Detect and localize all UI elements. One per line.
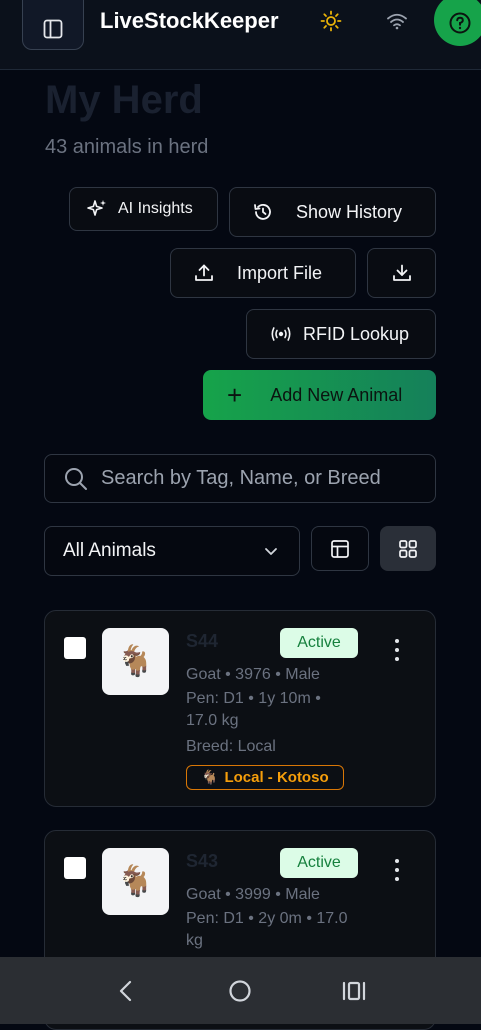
recents-button[interactable] <box>339 977 369 1005</box>
show-history-button[interactable]: Show History <box>229 187 436 237</box>
chevron-down-icon <box>265 548 277 555</box>
animal-thumbnail: 🐐 <box>102 628 169 695</box>
export-button[interactable] <box>367 248 436 298</box>
ai-insights-label: AI Insights <box>118 200 193 217</box>
more-options-button[interactable] <box>389 639 405 661</box>
kebab-dot <box>395 877 399 881</box>
animal-thumbnail: 🐐 <box>102 848 169 915</box>
breed-badge: 🐐 Local - Kotoso <box>186 765 344 790</box>
animal-summary: Goat • 3999 • Male <box>186 886 320 903</box>
page-title: My Herd <box>45 78 203 122</box>
kebab-dot <box>395 657 399 661</box>
kebab-dot <box>395 648 399 652</box>
home-icon <box>229 980 251 1002</box>
animal-pen-age: Pen: D1 • 2y 0m • 17.0 <box>186 910 348 927</box>
breed-badge-label: Local - Kotoso <box>224 769 329 786</box>
import-file-button[interactable]: Import File <box>170 248 356 298</box>
table-view-icon <box>331 539 349 558</box>
add-new-animal-button[interactable]: + Add New Animal <box>203 370 436 420</box>
sun-icon <box>320 10 342 32</box>
back-icon <box>119 980 132 1002</box>
herd-count: 43 animals in herd <box>45 136 209 158</box>
grid-view-icon <box>399 539 417 558</box>
goat-icon: 🐐 <box>116 865 155 898</box>
wifi-icon <box>387 13 407 30</box>
goat-icon: 🐐 <box>201 769 219 785</box>
more-options-button[interactable] <box>389 859 405 881</box>
upload-icon <box>195 264 213 281</box>
show-history-label: Show History <box>296 201 403 222</box>
table-view-button[interactable] <box>311 526 369 571</box>
top-app-bar: LiveStockKeeper <box>0 0 481 70</box>
sparkles-icon <box>87 200 106 216</box>
home-button[interactable] <box>225 977 255 1005</box>
kebab-dot <box>395 868 399 872</box>
animal-tag[interactable]: S44 <box>186 631 218 652</box>
rfid-signal-icon <box>271 327 291 341</box>
plus-icon: + <box>227 380 243 410</box>
import-file-label: Import File <box>237 262 323 283</box>
history-icon <box>254 204 271 220</box>
search-input[interactable]: Search by Tag, Name, or Breed <box>44 454 436 503</box>
sidebar-toggle-button[interactable] <box>22 0 84 50</box>
status-badge: Active <box>280 628 358 658</box>
animal-weight: 17.0 kg <box>186 712 239 729</box>
animal-tag[interactable]: S43 <box>186 851 218 872</box>
rfid-lookup-button[interactable]: RFID Lookup <box>246 309 436 359</box>
animal-weight: kg <box>186 932 203 949</box>
animal-filter-value: All Animals <box>63 540 156 561</box>
download-icon <box>392 264 411 281</box>
help-button[interactable] <box>434 0 481 46</box>
app-title: LiveStockKeeper <box>100 8 279 33</box>
select-checkbox[interactable] <box>64 857 86 879</box>
animal-pen-age: Pen: D1 • 1y 10m • <box>186 690 321 707</box>
select-checkbox[interactable] <box>64 637 86 659</box>
system-navigation-bar <box>0 957 481 1024</box>
rfid-lookup-label: RFID Lookup <box>303 323 410 344</box>
animal-filter-select[interactable]: All Animals <box>44 526 300 576</box>
add-new-animal-label: Add New Animal <box>270 384 403 405</box>
recents-icon <box>342 981 366 1001</box>
back-button[interactable] <box>111 977 141 1005</box>
animal-breed: Breed: Local <box>186 738 276 755</box>
ai-insights-button[interactable]: AI Insights <box>69 187 218 231</box>
kebab-dot <box>395 639 399 643</box>
search-icon <box>65 467 87 490</box>
animal-card[interactable]: 🐐 S44 Active Goat • 3976 • Male Pen: D1 … <box>44 610 436 807</box>
status-badge: Active <box>280 848 358 878</box>
search-placeholder: Search by Tag, Name, or Breed <box>101 467 381 489</box>
connection-status[interactable] <box>384 8 410 34</box>
grid-view-button[interactable] <box>380 526 436 571</box>
theme-toggle-button[interactable] <box>318 8 344 34</box>
goat-icon: 🐐 <box>116 645 155 678</box>
sidebar-toggle-icon <box>43 19 63 39</box>
kebab-dot <box>395 859 399 863</box>
help-icon <box>449 12 471 34</box>
animal-summary: Goat • 3976 • Male <box>186 666 320 683</box>
